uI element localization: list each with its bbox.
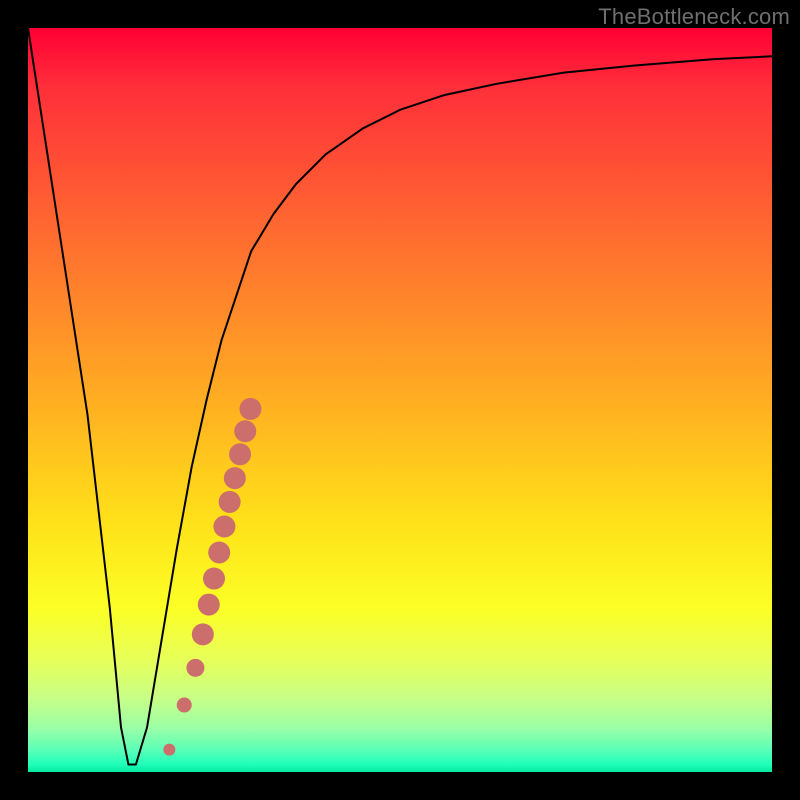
highlight-dot bbox=[208, 542, 230, 564]
highlight-dot bbox=[203, 568, 225, 590]
highlight-dot bbox=[213, 515, 235, 537]
bottleneck-curve bbox=[28, 28, 772, 765]
chart-frame: TheBottleneck.com bbox=[0, 0, 800, 800]
highlight-dot bbox=[229, 443, 251, 465]
highlight-dot bbox=[234, 420, 256, 442]
highlight-dot bbox=[198, 594, 220, 616]
highlight-dot bbox=[163, 744, 175, 756]
highlight-dot bbox=[186, 659, 204, 677]
watermark-text: TheBottleneck.com bbox=[598, 4, 790, 30]
highlight-dot bbox=[192, 623, 214, 645]
plot-area bbox=[28, 28, 772, 772]
highlight-dot bbox=[219, 491, 241, 513]
highlight-dot bbox=[239, 398, 261, 420]
highlight-dot bbox=[177, 698, 192, 713]
highlight-dot-group bbox=[163, 398, 261, 756]
chart-svg bbox=[28, 28, 772, 772]
highlight-dot bbox=[224, 467, 246, 489]
